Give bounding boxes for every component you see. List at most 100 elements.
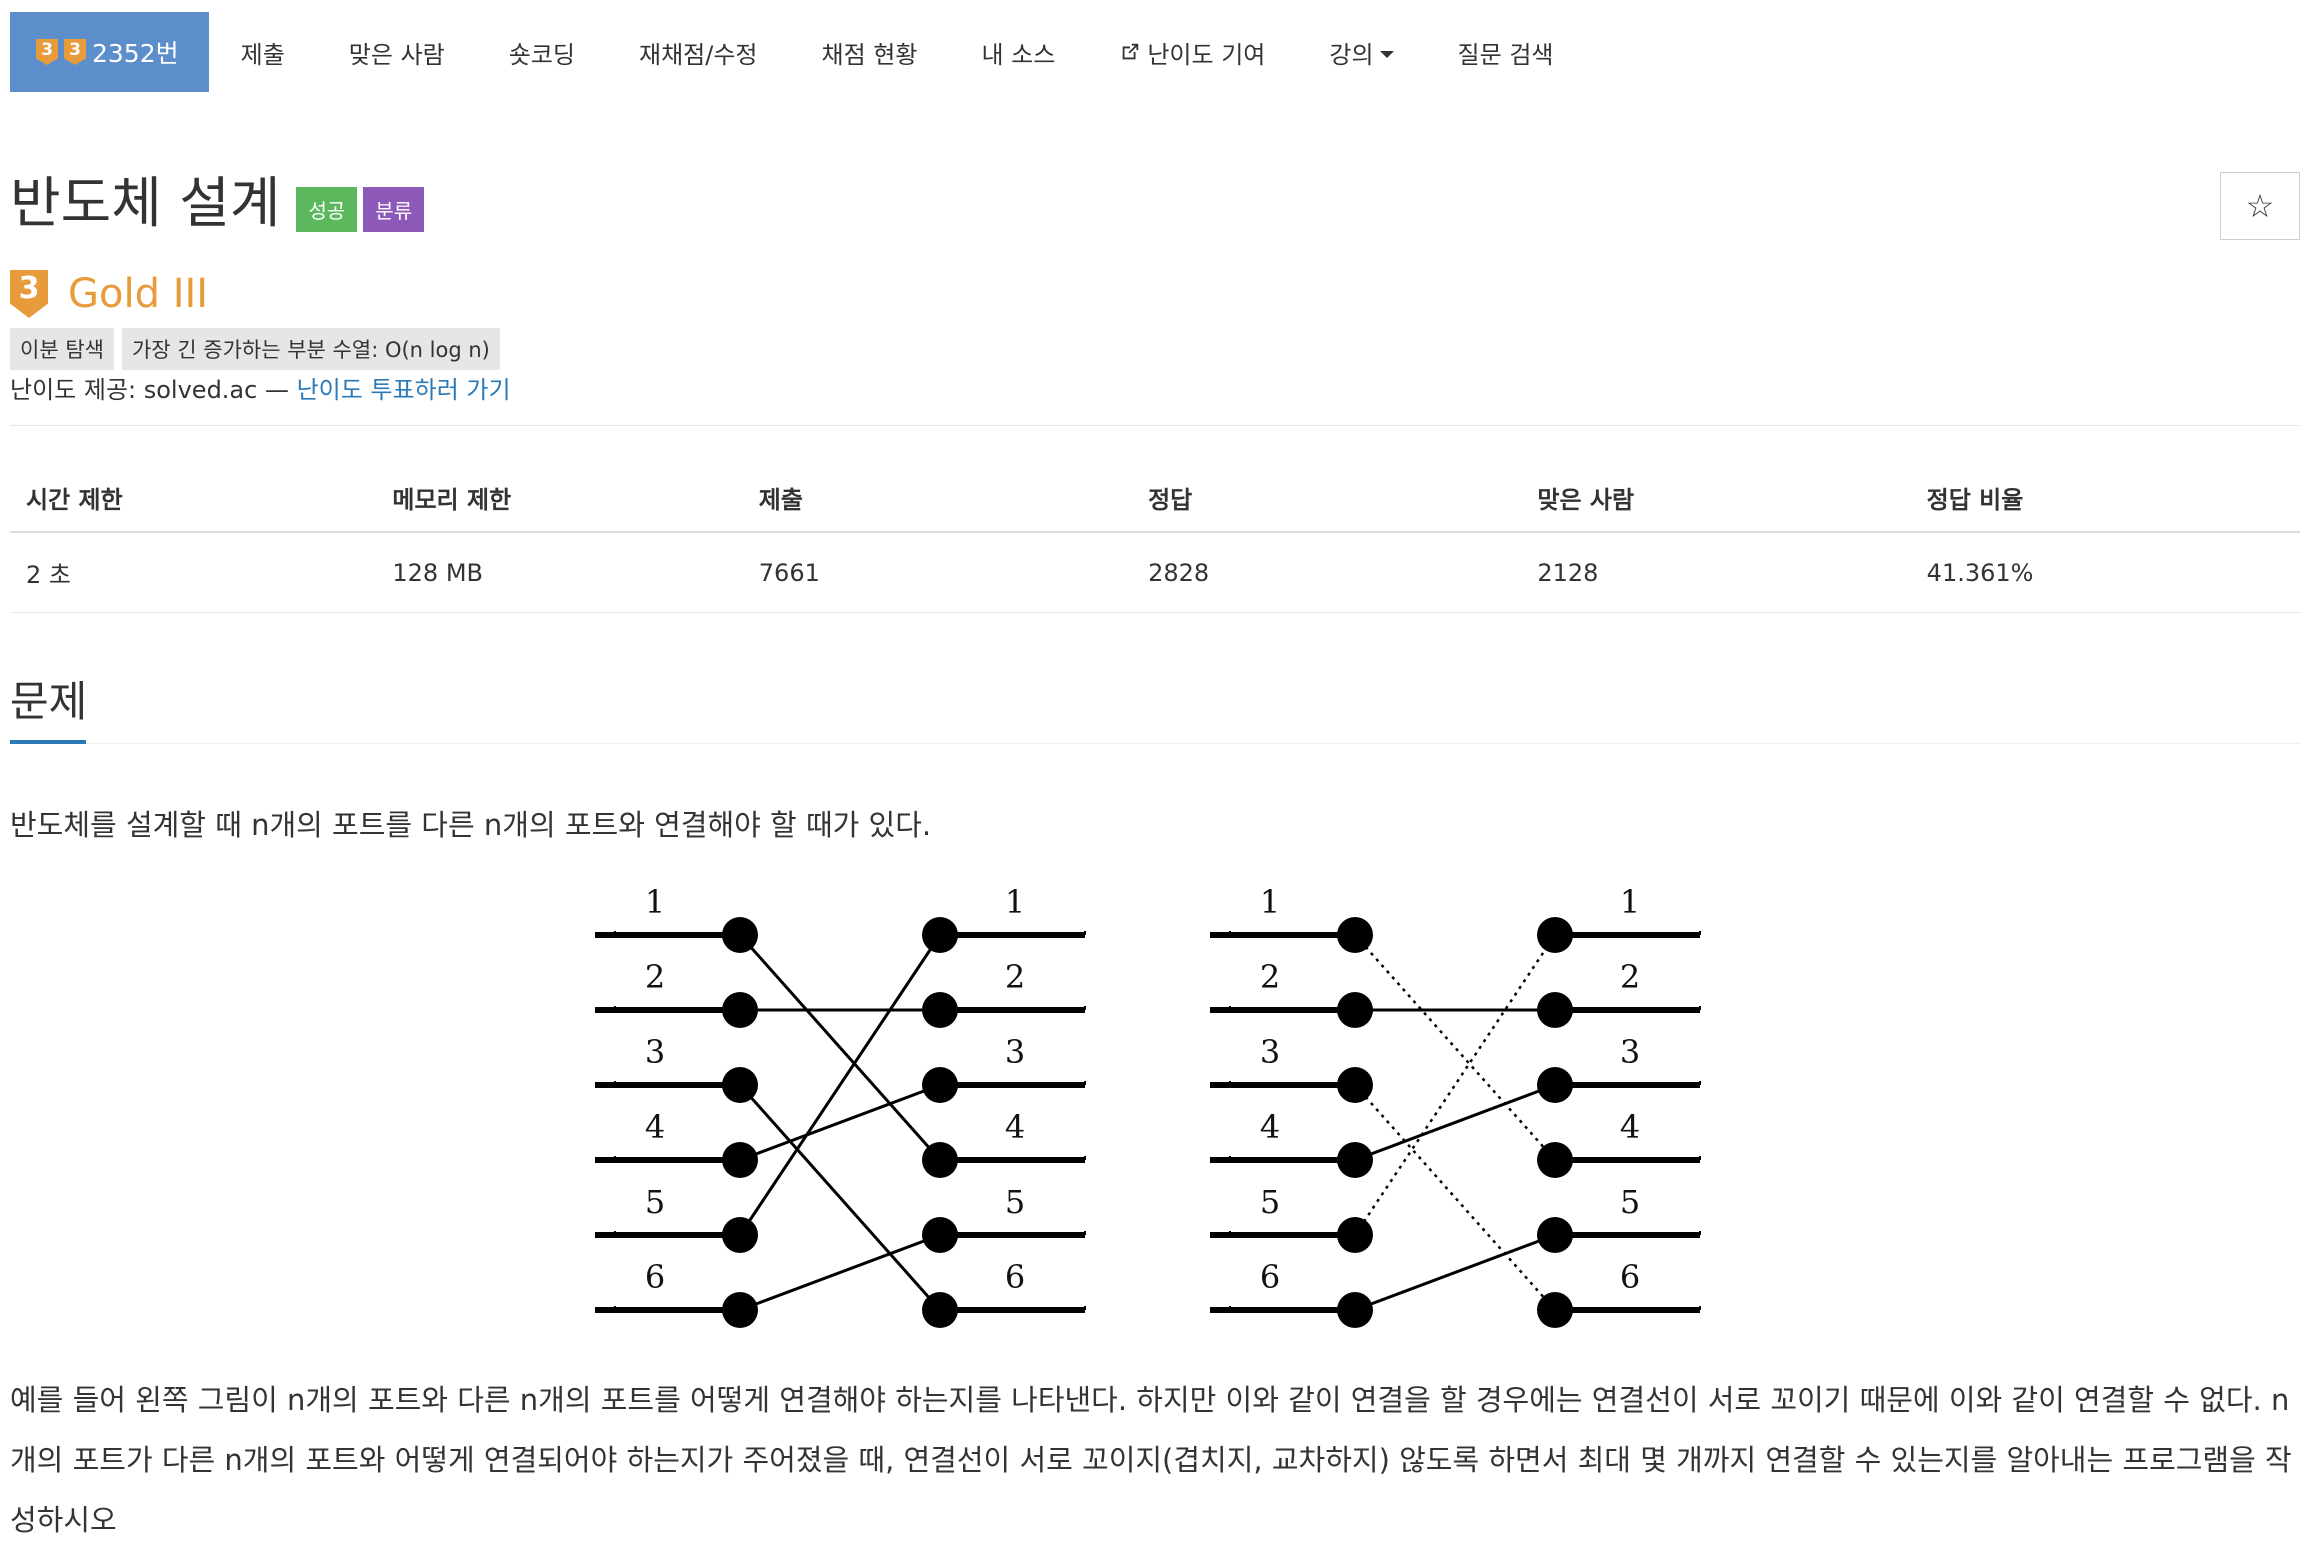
problem-description: 예를 들어 왼쪽 그림이 n개의 포트와 다른 n개의 포트를 어떻게 연결해야…: [10, 1383, 2292, 1537]
connection-line: [739, 1083, 941, 1162]
provider-text: 난이도 제공: solved.ac —: [10, 376, 297, 404]
tab-short-coding[interactable]: 숏코딩: [477, 12, 607, 92]
table-cell: 2828: [1132, 532, 1522, 613]
table-cell: 2 초: [10, 532, 377, 613]
table-header: 정답: [1132, 470, 1522, 533]
tier-name: Gold III: [68, 271, 209, 317]
left-port-node: [1337, 992, 1373, 1028]
section-divider: [10, 743, 2300, 744]
tag-item[interactable]: 이분 탐색: [10, 328, 114, 370]
connection-line: [738, 934, 942, 1236]
contribute-label: 난이도 기여: [1147, 40, 1266, 69]
tier-row: 3 Gold III: [10, 270, 208, 318]
left-port-label: 5: [1260, 1183, 1280, 1221]
connection-line: [1354, 1084, 1556, 1311]
tag-item[interactable]: 가장 긴 증가하는 부분 수열: O(n log n): [121, 328, 500, 370]
title-row: 반도체 설계 성공 분류: [10, 168, 425, 238]
right-port-node: [922, 1292, 958, 1328]
right-port-node: [922, 1217, 958, 1253]
tab-submit[interactable]: 제출: [209, 12, 317, 92]
right-port-node: [922, 992, 958, 1028]
left-port-label: 5: [645, 1183, 665, 1221]
left-port-node: [1337, 1292, 1373, 1328]
right-port-label: 1: [1620, 883, 1640, 921]
connection-line: [1354, 934, 1556, 1161]
connection-line: [1353, 934, 1557, 1236]
problem-intro: 반도체를 설계할 때 n개의 포트를 다른 n개의 포트와 연결해야 할 때가 …: [10, 808, 932, 842]
left-port-label: 2: [1260, 958, 1280, 996]
right-port-label: 6: [1620, 1258, 1640, 1296]
connection-line: [1354, 1233, 1556, 1312]
category-badge[interactable]: 분류: [363, 187, 425, 232]
connection-line: [738, 934, 942, 1161]
left-port-node: [722, 917, 758, 953]
right-port-node: [922, 917, 958, 953]
tab-problem-number[interactable]: 3 3 2352번: [10, 12, 209, 92]
right-port-node: [922, 1067, 958, 1103]
left-port-label: 6: [645, 1258, 665, 1296]
tab-rejudge[interactable]: 재채점/수정: [607, 12, 790, 92]
right-port-label: 3: [1620, 1033, 1640, 1071]
divider: [10, 425, 2300, 426]
tab-status[interactable]: 채점 현황: [790, 12, 950, 92]
favorite-button[interactable]: ☆: [2220, 172, 2300, 240]
table-row: 2 초 128 MB 7661 2828 2128 41.361%: [10, 532, 2300, 613]
tab-contribute-difficulty[interactable]: 난이도 기여: [1087, 12, 1297, 92]
left-port-label: 4: [1260, 1108, 1280, 1146]
left-port-label: 3: [1260, 1033, 1280, 1071]
left-port-node: [722, 992, 758, 1028]
table-header: 정답 비율: [1910, 470, 2300, 533]
problem-info-table: 시간 제한 메모리 제한 제출 정답 맞은 사람 정답 비율 2 초 128 M…: [10, 470, 2300, 613]
right-port-node: [1537, 1067, 1573, 1103]
left-port-node: [1337, 917, 1373, 953]
tier-medal-icon: 3: [64, 39, 86, 65]
left-port-label: 1: [1260, 883, 1280, 921]
connection-line: [739, 1233, 941, 1312]
table-cell: 41.361%: [1910, 532, 2300, 613]
table-cell: 7661: [742, 532, 1133, 613]
right-port-label: 3: [1005, 1033, 1025, 1071]
right-port-label: 2: [1620, 958, 1640, 996]
left-port-node: [722, 1142, 758, 1178]
star-icon: ☆: [2245, 187, 2275, 225]
right-port-node: [1537, 1217, 1573, 1253]
table-cell: 2128: [1521, 532, 1911, 613]
right-port-label: 6: [1005, 1258, 1025, 1296]
right-port-node: [1537, 992, 1573, 1028]
right-port-node: [1537, 1292, 1573, 1328]
left-port-label: 2: [645, 958, 665, 996]
external-link-icon: [1122, 43, 1139, 60]
right-port-node: [1537, 1142, 1573, 1178]
connection-line: [738, 1084, 942, 1311]
table-header-row: 시간 제한 메모리 제한 제출 정답 맞은 사람 정답 비율: [10, 470, 2300, 533]
tab-question-search[interactable]: 질문 검색: [1426, 12, 1586, 92]
right-port-label: 4: [1005, 1108, 1025, 1146]
problem-number: 2352번: [92, 39, 179, 68]
difficulty-provider: 난이도 제공: solved.ac — 난이도 투표하러 가기: [10, 370, 511, 405]
table-header: 메모리 제한: [376, 470, 743, 533]
left-port-node: [722, 1067, 758, 1103]
tier-medal-icon: 3: [36, 39, 58, 65]
right-port-label: 5: [1620, 1183, 1640, 1221]
tab-accepted-users[interactable]: 맞은 사람: [317, 12, 477, 92]
connection-line: [1354, 1083, 1556, 1162]
tag-list: 이분 탐색 가장 긴 증가하는 부분 수열: O(n log n): [10, 328, 500, 370]
right-port-label: 4: [1620, 1108, 1640, 1146]
tab-lecture-dropdown[interactable]: 강의: [1297, 12, 1425, 92]
tier-medal-icon: 3: [10, 270, 48, 318]
right-port-label: 5: [1005, 1183, 1025, 1221]
left-port-node: [1337, 1217, 1373, 1253]
problem-nav: 3 3 2352번 제출 맞은 사람 숏코딩 재채점/수정 채점 현황 내 소스…: [10, 12, 1585, 92]
right-port-label: 1: [1005, 883, 1025, 921]
solved-badge[interactable]: 성공: [296, 187, 358, 232]
section-underline: [10, 740, 86, 744]
port-connection-diagram: 1 1 2 2 3 3 4 4 5 5 6 6 1 1 2 2 3 3 4 4 5 5 6 6: [595, 883, 1701, 1328]
right-port-node: [922, 1142, 958, 1178]
vote-difficulty-link[interactable]: 난이도 투표하러 가기: [297, 376, 511, 404]
table-header: 제출: [742, 470, 1133, 533]
table-cell: 128 MB: [376, 532, 743, 613]
table-header: 시간 제한: [10, 470, 377, 533]
port-connection-figure: 1 1 2 2 3 3 4 4 5 5 6 6 1 1 2 2 3 3 4 4 5 5 6 6: [590, 875, 1710, 1339]
tab-my-source[interactable]: 내 소스: [949, 12, 1087, 92]
table-header: 맞은 사람: [1521, 470, 1911, 533]
